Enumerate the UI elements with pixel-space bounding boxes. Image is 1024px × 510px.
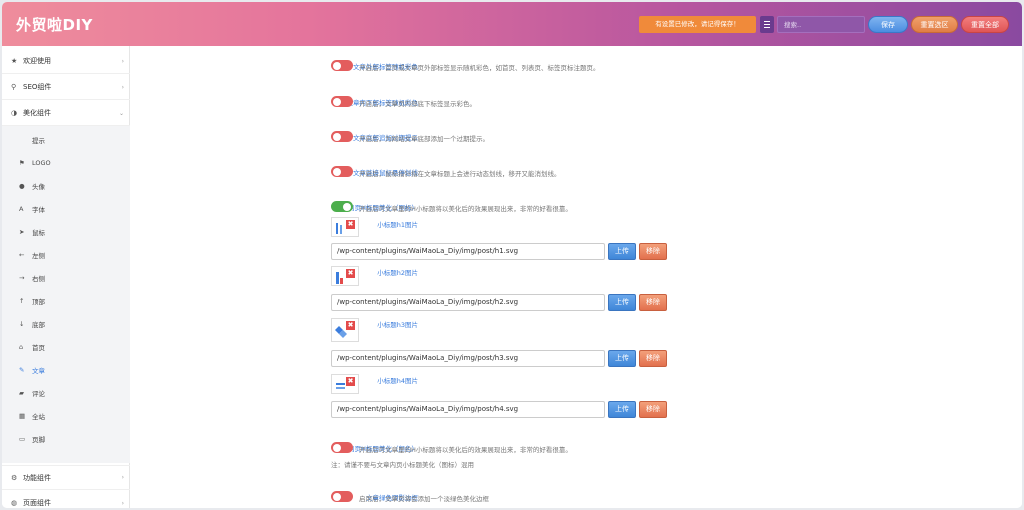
arrow-right-icon: →: [19, 273, 25, 282]
sidebar-item-beautify[interactable]: ◑ 美化组件 ⌄: [2, 101, 130, 126]
sidebar-sub-avatar[interactable]: ● 头像: [2, 174, 130, 197]
upload-button[interactable]: 上传: [608, 294, 636, 311]
sidebar-sub-tips[interactable]: 提示: [2, 128, 130, 151]
sidebar-sub-comment[interactable]: ▰ 评论: [2, 381, 130, 404]
remove-button[interactable]: 移除: [639, 350, 667, 367]
chevron-right-icon: ›: [121, 83, 124, 91]
gear-icon: ⚙: [11, 473, 18, 482]
setting-note: 注：请谨不要与文章内页小标题美化（图标）混用: [331, 461, 474, 469]
image-path-input[interactable]: /wp-content/plugins/WaiMaoLa_Diy/img/pos…: [331, 350, 605, 367]
pen-icon: ✎: [19, 365, 25, 374]
star-icon: ★: [11, 57, 18, 65]
sidebar-sub-footer[interactable]: ▭ 页脚: [2, 427, 130, 450]
close-icon[interactable]: ✖: [346, 321, 355, 330]
toggle-switch[interactable]: [331, 201, 353, 212]
remove-button[interactable]: 移除: [639, 401, 667, 418]
toggle-switch[interactable]: [331, 491, 353, 502]
unsaved-notice: 有设置已修改，请记得保存！: [639, 16, 756, 33]
chevron-right-icon: ›: [121, 499, 124, 507]
upload-button[interactable]: 上传: [608, 350, 636, 367]
upload-button[interactable]: 上传: [608, 401, 636, 418]
arrow-down-icon: ↓: [19, 319, 25, 328]
setting-desc: 开启后，首页或文章页外部标签显示随机彩色，如首页、列表页、标签页标注题页。: [359, 64, 600, 72]
heading-image-preview: ✖: [331, 318, 359, 342]
sidebar-item-pages[interactable]: ◍ 页面组件 ›: [2, 491, 130, 508]
font-icon: A: [19, 204, 24, 213]
setting-desc: 开启后可文章里的H小标题将以美化后的效果展现出来，非常的好看很靠。: [359, 446, 572, 454]
sidebar-sub-home[interactable]: ⌂ 首页: [2, 335, 130, 358]
close-icon[interactable]: ✖: [346, 377, 355, 386]
setting-desc: 开启后，为网站文章底部添加一个过期提示。: [359, 135, 489, 143]
grid-icon: ▦: [19, 411, 26, 420]
image-path-input[interactable]: /wp-content/plugins/WaiMaoLa_Diy/img/pos…: [331, 294, 605, 311]
sidebar-sub-right[interactable]: → 右侧: [2, 266, 130, 289]
heading-image-label: 小标题h1图片: [377, 221, 418, 229]
flag-icon: ⚑: [19, 158, 25, 167]
settings-panel: 文章外部标签随机彩色 开启后，首页或文章页外部标签显示随机彩色，如首页、列表页、…: [130, 46, 1022, 508]
sidebar-sub-font[interactable]: A 字体: [2, 197, 130, 220]
chevron-right-icon: ›: [121, 57, 124, 65]
sidebar-sub-top[interactable]: ↑ 顶部: [2, 289, 130, 312]
chevron-down-icon: ⌄: [118, 109, 124, 117]
heading-image-preview: ✖: [331, 374, 359, 394]
upload-button[interactable]: 上传: [608, 243, 636, 260]
sidebar-item-seo[interactable]: ⚲ SEO组件 ›: [2, 75, 130, 100]
arrow-left-icon: ←: [19, 250, 25, 259]
sidebar: ★ 欢迎使用 › ⚲ SEO组件 › ◑ 美化组件 ⌄ 提示 ⚑ LOGO ● 头像…: [2, 46, 130, 508]
toggle-switch[interactable]: [331, 96, 353, 107]
heading-image-label: 小标题h3图片: [377, 321, 418, 329]
admin-window: 外贸啦DIY 有设置已修改，请记得保存！ 保存 重置选区 重置全部 ★ 欢迎使用…: [2, 2, 1022, 508]
search-icon: ⚲: [11, 83, 17, 91]
chevron-right-icon: ›: [121, 474, 124, 481]
setting-desc: 开启后，鼠标指针指在文章标题上会进行动态划线，移开又能消划线。: [359, 170, 561, 178]
toggle-switch[interactable]: [331, 131, 353, 142]
heading-image-preview: ✖: [331, 217, 359, 237]
toggle-switch[interactable]: [331, 60, 353, 71]
remove-button[interactable]: 移除: [639, 243, 667, 260]
search-input[interactable]: [777, 16, 865, 33]
close-icon[interactable]: ✖: [346, 269, 355, 278]
sidebar-sub-bottom[interactable]: ↓ 底部: [2, 312, 130, 335]
sidebar-item-features[interactable]: ⚙ 功能组件 ›: [2, 465, 130, 490]
contrast-icon: ◑: [11, 109, 18, 117]
heading-image-label: 小标题h2图片: [377, 269, 418, 277]
save-button[interactable]: 保存: [868, 16, 908, 33]
reset-section-button[interactable]: 重置选区: [911, 16, 958, 33]
page-icon: ▭: [19, 434, 26, 443]
sidebar-item-welcome[interactable]: ★ 欢迎使用 ›: [2, 49, 130, 74]
home-icon: ⌂: [19, 342, 24, 351]
toggle-switch[interactable]: [331, 166, 353, 177]
sidebar-sub-mouse[interactable]: ➤ 鼠标: [2, 220, 130, 243]
setting-desc: 启用后，文章页将会添加一个淡绿色美化边框: [359, 495, 489, 503]
heading-image-label: 小标题h4图片: [377, 377, 418, 385]
user-icon: ●: [19, 181, 25, 190]
remove-button[interactable]: 移除: [639, 294, 667, 311]
image-path-input[interactable]: /wp-content/plugins/WaiMaoLa_Diy/img/pos…: [331, 401, 605, 418]
sidebar-sub-logo[interactable]: ⚑ LOGO: [2, 151, 130, 174]
sidebar-sub-site[interactable]: ▦ 全站: [2, 404, 130, 427]
globe-icon: ◍: [11, 499, 18, 507]
setting-desc: 开启后可文章里的H小标题将以美化后的效果展现出来，非常的好看很靠。: [359, 205, 572, 213]
arrow-up-icon: ↑: [19, 296, 25, 305]
setting-desc: 开启后，文章页内部底下标签显示彩色。: [359, 100, 476, 108]
heading-image-preview: ✖: [331, 266, 359, 286]
app-title: 外贸啦DIY: [16, 16, 93, 34]
close-icon[interactable]: ✖: [346, 220, 355, 229]
menu-icon: [764, 21, 770, 22]
beautify-submenu: 提示 ⚑ LOGO ● 头像 A 字体 ➤ 鼠标 ← 左侧 → 右侧 ↑ 顶部 ↓ 底部 ⌂ 首页…: [2, 126, 130, 463]
menu-toggle-button[interactable]: [760, 16, 774, 33]
sidebar-sub-article[interactable]: ✎ 文章: [2, 358, 130, 381]
reset-all-button[interactable]: 重置全部: [961, 16, 1009, 33]
header-bar: 外贸啦DIY 有设置已修改，请记得保存！ 保存 重置选区 重置全部: [2, 2, 1022, 46]
toggle-switch[interactable]: [331, 442, 353, 453]
cursor-icon: ➤: [19, 227, 25, 236]
comment-icon: ▰: [19, 388, 24, 397]
sidebar-sub-left[interactable]: ← 左侧: [2, 243, 130, 266]
image-path-input[interactable]: /wp-content/plugins/WaiMaoLa_Diy/img/pos…: [331, 243, 605, 260]
